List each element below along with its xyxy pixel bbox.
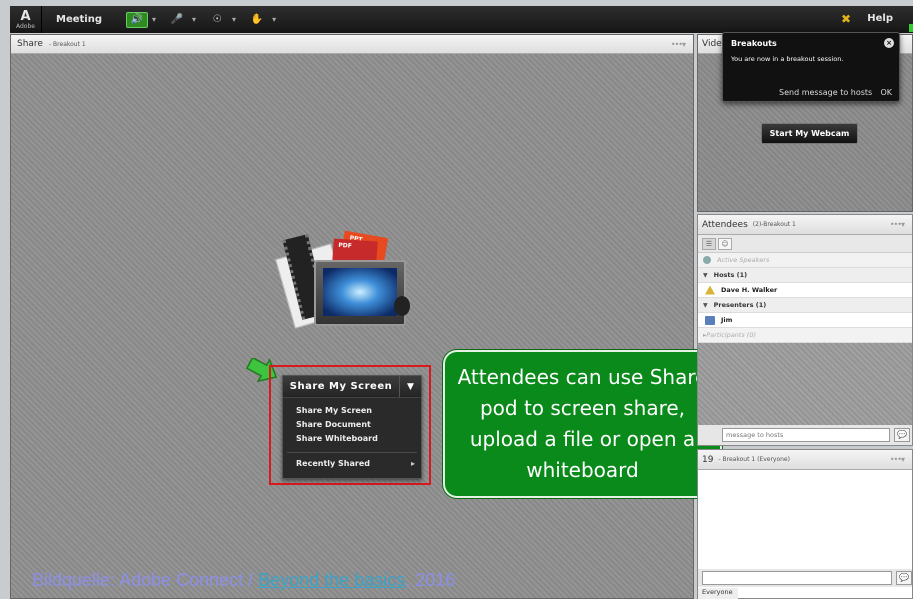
attendees-pod: Attendees (2)-Breakout 1 •••▾ ☰ ☺ Active…: [697, 214, 913, 446]
share-pod-header: Share - Breakout 1 •••▾: [11, 35, 693, 54]
share-pod-title: Share: [17, 39, 43, 49]
host-name: Dave H. Walker: [721, 286, 778, 294]
share-menu: Share My Screen ▼ Share My Screen Share …: [282, 375, 422, 479]
source-prefix: Bildquelle: Adobe Connect /: [32, 570, 259, 590]
monitor-icon: [314, 260, 406, 326]
share-pod-subtitle: - Breakout 1: [48, 40, 86, 48]
list-view-icon[interactable]: ☰: [702, 237, 716, 250]
adobe-logo[interactable]: A Adobe: [10, 6, 42, 33]
webcam-icon: ☉: [212, 14, 222, 25]
music-note-icon: [394, 296, 410, 316]
microphone-icon: 🎤: [170, 14, 184, 25]
chat-title: 19: [702, 454, 714, 465]
raise-hand-button[interactable]: ✋ ▾: [246, 11, 276, 28]
status-view-icon[interactable]: ☺: [718, 237, 732, 250]
source-suffix: , 2016: [405, 570, 456, 590]
host-icon: [705, 285, 715, 295]
attendees-message-bar: 💬: [698, 425, 912, 445]
attendees-subtitle: (2)-Breakout 1: [752, 221, 796, 228]
chevron-down-icon[interactable]: ▼: [399, 376, 421, 397]
source-caption: Bildquelle: Adobe Connect / Beyond the b…: [32, 570, 455, 591]
webcam-button[interactable]: ☉ ▾: [206, 11, 237, 28]
breakout-notification: Breakouts × You are now in a breakout se…: [722, 32, 900, 102]
pod-options-icon[interactable]: •••▾: [890, 455, 905, 464]
adobe-logo-icon: A: [20, 8, 31, 24]
hosts-group-label: Hosts (1): [713, 271, 748, 279]
pod-options-icon[interactable]: •••▾: [890, 220, 905, 229]
hosts-group[interactable]: ▼ Hosts (1): [698, 268, 912, 283]
callout-box: Attendees can use Share pod to screen sh…: [443, 350, 722, 498]
start-webcam-button[interactable]: Start My Webcam: [761, 123, 858, 144]
menu-item-share-screen[interactable]: Share My Screen: [296, 404, 421, 418]
video-pod-title: Vide: [702, 39, 722, 49]
send-message-to-hosts-link[interactable]: Send message to hosts: [779, 88, 872, 97]
share-media-icon: PPT PDF: [274, 226, 424, 336]
share-button-label[interactable]: Share My Screen: [283, 376, 399, 397]
chat-bubble-icon[interactable]: 💬: [896, 571, 912, 585]
chat-input-bar: 💬: [698, 569, 912, 587]
menu-item-share-whiteboard[interactable]: Share Whiteboard: [296, 432, 421, 446]
chevron-down-icon[interactable]: ▾: [192, 15, 196, 24]
pdf-label: PDF: [338, 241, 353, 250]
chat-bubble-icon[interactable]: 💬: [894, 428, 910, 442]
ok-button[interactable]: OK: [880, 88, 892, 97]
presenters-group[interactable]: ▼ Presenters (1): [698, 298, 912, 313]
pod-options-icon[interactable]: •••▾: [671, 40, 686, 49]
presenter-name: Jim: [721, 316, 733, 324]
expand-triangle-icon[interactable]: ▼: [703, 302, 708, 309]
speaker-icon: [703, 256, 711, 264]
chat-audience-selector[interactable]: Everyone: [698, 588, 738, 599]
source-link[interactable]: Beyond the basics: [258, 570, 405, 590]
chat-pod-header: 19 - Breakout 1 (Everyone) •••▾: [698, 450, 912, 470]
menu-item-recently-shared[interactable]: Recently Shared ▸: [283, 453, 421, 471]
callout-text: Attendees can use Share pod to screen sh…: [457, 365, 708, 482]
help-menu[interactable]: Help: [867, 13, 893, 24]
microphone-button[interactable]: 🎤 ▾: [166, 11, 196, 28]
chevron-down-icon[interactable]: ▾: [272, 15, 276, 24]
list-item[interactable]: Jim: [698, 313, 912, 328]
chat-input[interactable]: [702, 571, 892, 585]
breakout-message: You are now in a breakout session.: [731, 55, 844, 63]
share-my-screen-button[interactable]: Share My Screen ▼: [283, 376, 421, 398]
attendees-toolbar: ☰ ☺: [698, 235, 912, 253]
speaker-icon: 🔊: [126, 11, 149, 28]
status-indicator: [909, 24, 913, 32]
active-speakers-label: Active Speakers: [717, 256, 770, 264]
breakout-title: Breakouts: [731, 39, 777, 48]
chevron-down-icon[interactable]: ▾: [232, 15, 236, 24]
attendees-empty-area: [698, 343, 912, 425]
expand-triangle-icon[interactable]: ▼: [703, 272, 708, 279]
presenters-group-label: Presenters (1): [713, 301, 767, 309]
menu-item-share-document[interactable]: Share Document: [296, 418, 421, 432]
recently-shared-label: Recently Shared: [296, 459, 370, 468]
participants-group[interactable]: ▸ Participants (0): [698, 328, 912, 343]
chat-pod: 19 - Breakout 1 (Everyone) •••▾ 💬 Everyo…: [697, 449, 913, 599]
chevron-right-icon: ▸: [410, 459, 415, 468]
chevron-down-icon[interactable]: ▾: [152, 15, 156, 24]
presenter-icon: [705, 315, 715, 325]
speaker-button[interactable]: 🔊 ▾: [126, 11, 156, 28]
fullscreen-icon[interactable]: ✖: [841, 12, 851, 26]
active-speakers-row: Active Speakers: [698, 253, 912, 268]
message-to-hosts-input[interactable]: [722, 428, 890, 442]
raise-hand-icon: ✋: [250, 14, 264, 25]
menu-meeting[interactable]: Meeting: [42, 14, 116, 25]
participants-group-label: Participants (0): [706, 331, 757, 339]
chat-subtitle: - Breakout 1 (Everyone): [718, 456, 790, 463]
attendees-title: Attendees: [702, 219, 748, 230]
menu-bar: A Adobe Meeting 🔊 ▾ 🎤 ▾ ☉ ▾ ✋ ▾ ✖ Help: [10, 6, 913, 33]
close-icon[interactable]: ×: [884, 38, 894, 48]
list-item[interactable]: Dave H. Walker: [698, 283, 912, 298]
attendees-pod-header: Attendees (2)-Breakout 1 •••▾: [698, 215, 912, 235]
adobe-logo-text: Adobe: [16, 22, 35, 30]
